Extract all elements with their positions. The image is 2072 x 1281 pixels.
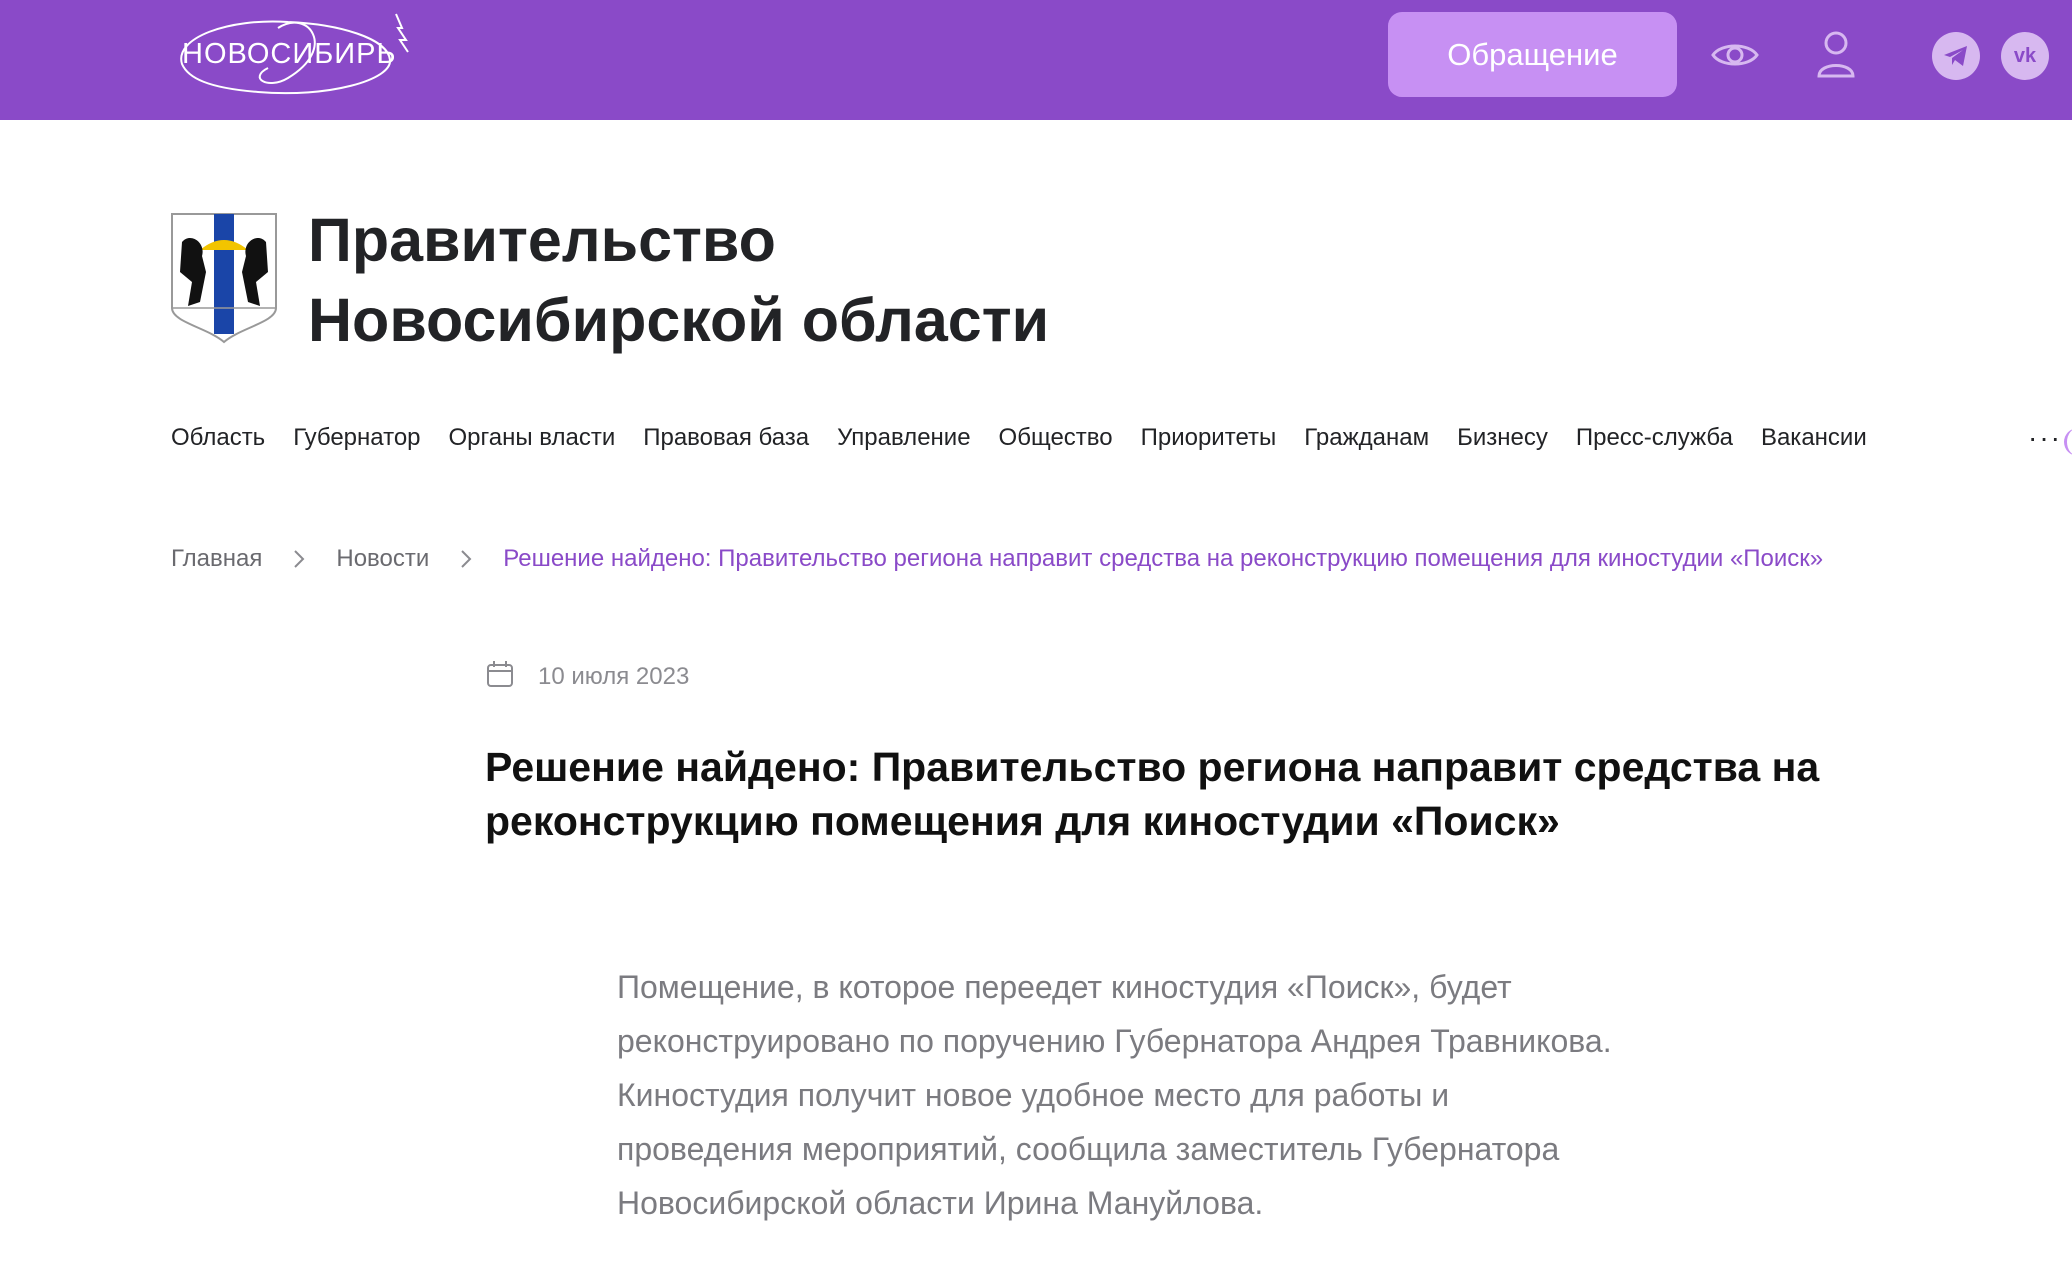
calendar-icon xyxy=(486,660,514,693)
nav-item-society[interactable]: Общество xyxy=(999,424,1113,464)
site-title: Правительство Новосибирской области xyxy=(308,200,1049,360)
nav-item-governor[interactable]: Губернатор xyxy=(293,424,420,464)
appeal-button[interactable]: Обращение xyxy=(1388,12,1677,97)
article-lead: Помещение, в которое переедет киностудия… xyxy=(617,969,1612,1221)
nav-item-citizens[interactable]: Гражданам xyxy=(1304,424,1429,464)
breadcrumb: Главная Новости Решение найдено: Правите… xyxy=(171,545,1823,573)
chevron-right-icon xyxy=(282,549,316,569)
novosibir-logo[interactable]: НОВОСИБИРЬ xyxy=(168,8,418,104)
nav-more-button[interactable]: ··· xyxy=(2028,422,2062,454)
nav-item-priorities[interactable]: Приоритеты xyxy=(1141,424,1277,464)
breadcrumb-current: Решение найдено: Правительство региона н… xyxy=(503,545,1824,572)
coat-of-arms-logo xyxy=(170,212,278,344)
site-title-line2: Новосибирской области xyxy=(308,286,1050,354)
breadcrumb-home[interactable]: Главная xyxy=(171,545,262,573)
top-bar: НОВОСИБИРЬ Обращение vk xyxy=(0,0,2072,120)
nav-item-business[interactable]: Бизнесу xyxy=(1457,424,1548,464)
nav-scroll-edge[interactable] xyxy=(2064,428,2072,456)
site-title-line1: Правительство xyxy=(308,206,776,274)
article-date: 10 июля 2023 xyxy=(538,662,690,690)
nav-item-authorities[interactable]: Органы власти xyxy=(449,424,616,464)
nav-item-vacancies[interactable]: Вакансии xyxy=(1761,424,1867,464)
logo-text: НОВОСИБИРЬ xyxy=(182,38,397,70)
vk-label: vk xyxy=(2013,44,2037,67)
main-nav: Область Губернатор Органы власти Правова… xyxy=(171,424,1895,464)
eye-icon[interactable] xyxy=(1710,30,1760,80)
telegram-icon[interactable] xyxy=(1932,32,1980,80)
nav-item-legal-base[interactable]: Правовая база xyxy=(643,424,809,464)
nav-item-region[interactable]: Область xyxy=(171,424,265,464)
nav-item-press[interactable]: Пресс-служба xyxy=(1576,424,1733,464)
chevron-right-icon xyxy=(449,549,483,569)
nav-item-management[interactable]: Управление xyxy=(837,424,970,464)
article-date-row: 10 июля 2023 xyxy=(486,660,689,693)
breadcrumb-news[interactable]: Новости xyxy=(336,545,429,573)
vk-icon[interactable]: vk xyxy=(2001,32,2049,80)
article-title: Решение найдено: Правительство региона н… xyxy=(485,744,1820,844)
user-icon[interactable] xyxy=(1812,28,1860,82)
